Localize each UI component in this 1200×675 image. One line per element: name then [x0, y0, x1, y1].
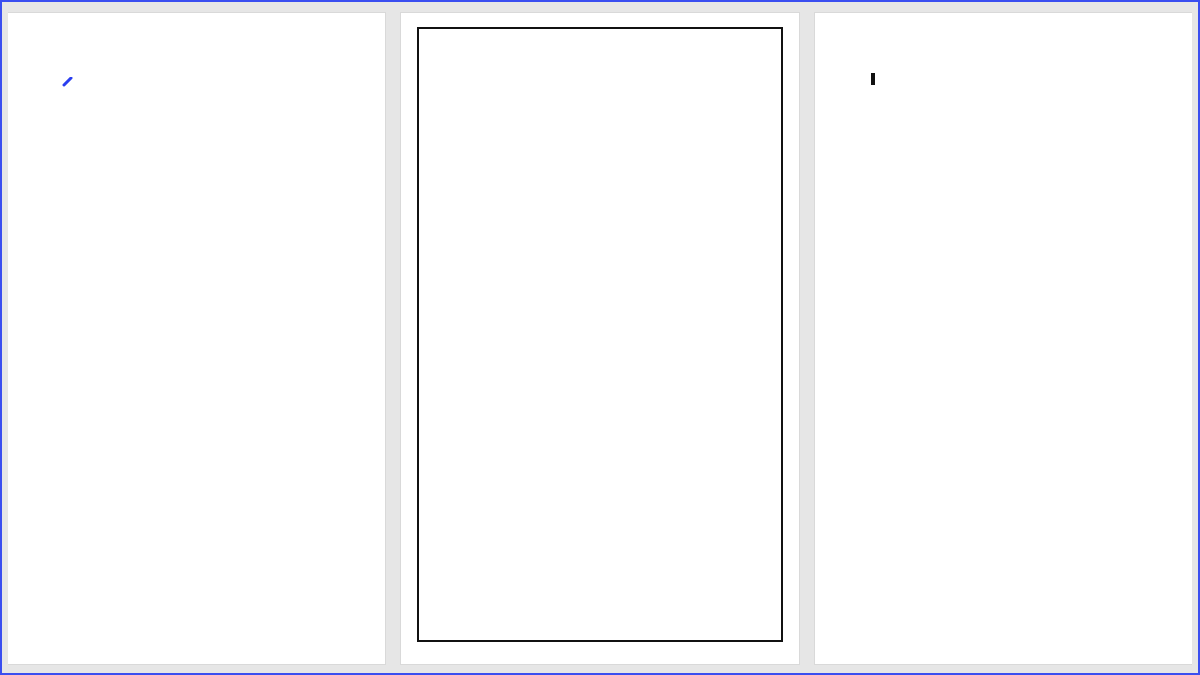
canvas-area[interactable]: [2, 2, 1198, 673]
page-2[interactable]: [400, 12, 800, 665]
page-1[interactable]: [8, 12, 386, 665]
page-3[interactable]: [814, 12, 1192, 665]
rectangle-shape[interactable]: [417, 27, 783, 642]
brush-stroke-icon: [62, 77, 74, 87]
tick-mark-icon: [871, 73, 875, 85]
app-viewport: [0, 0, 1200, 675]
